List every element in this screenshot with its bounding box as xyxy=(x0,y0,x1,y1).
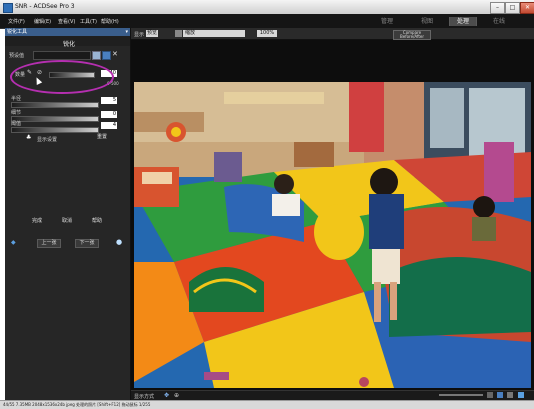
full-screen-button[interactable] xyxy=(507,392,513,398)
delete-preset-icon[interactable]: ✕ xyxy=(112,50,118,58)
next-image-button[interactable]: 下一张 xyxy=(75,239,99,248)
done-button[interactable]: 完成 xyxy=(27,218,47,225)
options-bar: 显示 预览 缩放 100% Compare Before/After xyxy=(131,28,534,40)
threshold-label: 阈值 xyxy=(11,121,22,127)
menu-help[interactable]: 帮助(H) xyxy=(101,18,119,25)
detail-value-input[interactable]: 0 xyxy=(101,111,117,118)
zoom-icon[interactable]: ⊕ xyxy=(174,392,179,399)
radius-value-input[interactable]: 5 xyxy=(101,97,117,104)
compare-button[interactable]: Compare Before/After xyxy=(393,30,431,40)
minimize-button[interactable]: – xyxy=(490,2,505,14)
previous-image-button[interactable]: 上一张 xyxy=(37,239,61,248)
radius-label: 半径 xyxy=(11,96,22,102)
status-text: 44/55 7.35MB 2048x1536x24b jpeg 处理的照片 [S… xyxy=(3,402,151,407)
menu-file[interactable]: 文件(F) xyxy=(8,18,25,25)
help-button[interactable]: 帮助 xyxy=(87,218,107,225)
pan-icon[interactable]: ✥ xyxy=(164,392,169,399)
window-title: SNR - ACDSee Pro 3 xyxy=(15,3,75,10)
panel-collapse-icon[interactable]: ▾ xyxy=(123,28,128,36)
panel-header-label: 锐化工具 xyxy=(7,29,28,35)
status-dot-icon: ● xyxy=(116,238,123,246)
radius-slider[interactable] xyxy=(11,102,99,108)
title-bar: SNR - ACDSee Pro 3 – □ ✕ xyxy=(0,0,534,15)
maximize-button[interactable]: □ xyxy=(505,2,520,14)
cancel-button[interactable]: 取消 xyxy=(57,218,77,225)
panel-title: 锐化 xyxy=(63,41,76,48)
reset-button[interactable]: 重置 xyxy=(93,134,111,141)
app-icon xyxy=(3,3,13,13)
fit-icon[interactable] xyxy=(175,30,182,37)
preset-menu-icon[interactable] xyxy=(102,51,111,60)
settings-button[interactable] xyxy=(518,392,524,398)
mode-manage-tab[interactable]: 管理 xyxy=(374,17,400,26)
close-button[interactable]: ✕ xyxy=(520,2,534,14)
app-window: SNR - ACDSee Pro 3 – □ ✕ 文件(F) 编辑(E) 查看(… xyxy=(0,0,534,409)
info-icon[interactable]: ◆ xyxy=(11,239,16,246)
threshold-slider[interactable] xyxy=(11,127,99,133)
menu-edit[interactable]: 编辑(E) xyxy=(34,18,51,25)
preset-dropdown[interactable] xyxy=(33,51,91,60)
reset-row: ♣ 显示设置 重置 xyxy=(9,134,126,143)
image-workspace xyxy=(131,40,534,390)
actual-size-button[interactable] xyxy=(497,392,503,398)
zoom-slider[interactable] xyxy=(439,394,483,396)
menu-view[interactable]: 查看(V) xyxy=(58,18,75,25)
menu-tools[interactable]: 工具(T) xyxy=(80,18,97,25)
radius-row: 半径 5 xyxy=(9,95,126,108)
mask-icon: ♣ xyxy=(26,134,32,141)
preset-label: 预设值 xyxy=(9,53,25,59)
panel-header: 锐化工具 ▾ xyxy=(5,28,130,36)
preview-toggle[interactable]: 预览 xyxy=(146,30,158,37)
panel-subheader: 锐化 xyxy=(5,36,130,48)
fit-button[interactable] xyxy=(487,392,493,398)
save-preset-icon[interactable] xyxy=(92,51,101,60)
view-label: 显示 xyxy=(134,32,145,38)
preset-row: 预设值 ✕ xyxy=(9,50,126,60)
mode-online-tab[interactable]: 在线 xyxy=(486,17,512,26)
highlight-annotation xyxy=(10,60,114,94)
mask-option-label: 显示设置 xyxy=(37,137,58,143)
mode-view-tab[interactable]: 视图 xyxy=(414,17,440,26)
menu-bar: 文件(F) 编辑(E) 查看(V) 工具(T) 帮助(H) 管理 视图 处理 在… xyxy=(0,14,534,29)
display-mode-label: 显示方式 xyxy=(134,394,155,400)
threshold-value-input[interactable]: 4 xyxy=(101,122,117,129)
zoom-mode-dropdown[interactable]: 缩放 xyxy=(183,30,245,37)
photo-preview[interactable] xyxy=(134,82,531,388)
threshold-row: 阈值 4 xyxy=(9,120,126,134)
mode-edit-tab[interactable]: 处理 xyxy=(449,17,477,26)
detail-label: 细节 xyxy=(11,110,22,116)
zoom-value-input[interactable]: 100% xyxy=(257,30,277,37)
